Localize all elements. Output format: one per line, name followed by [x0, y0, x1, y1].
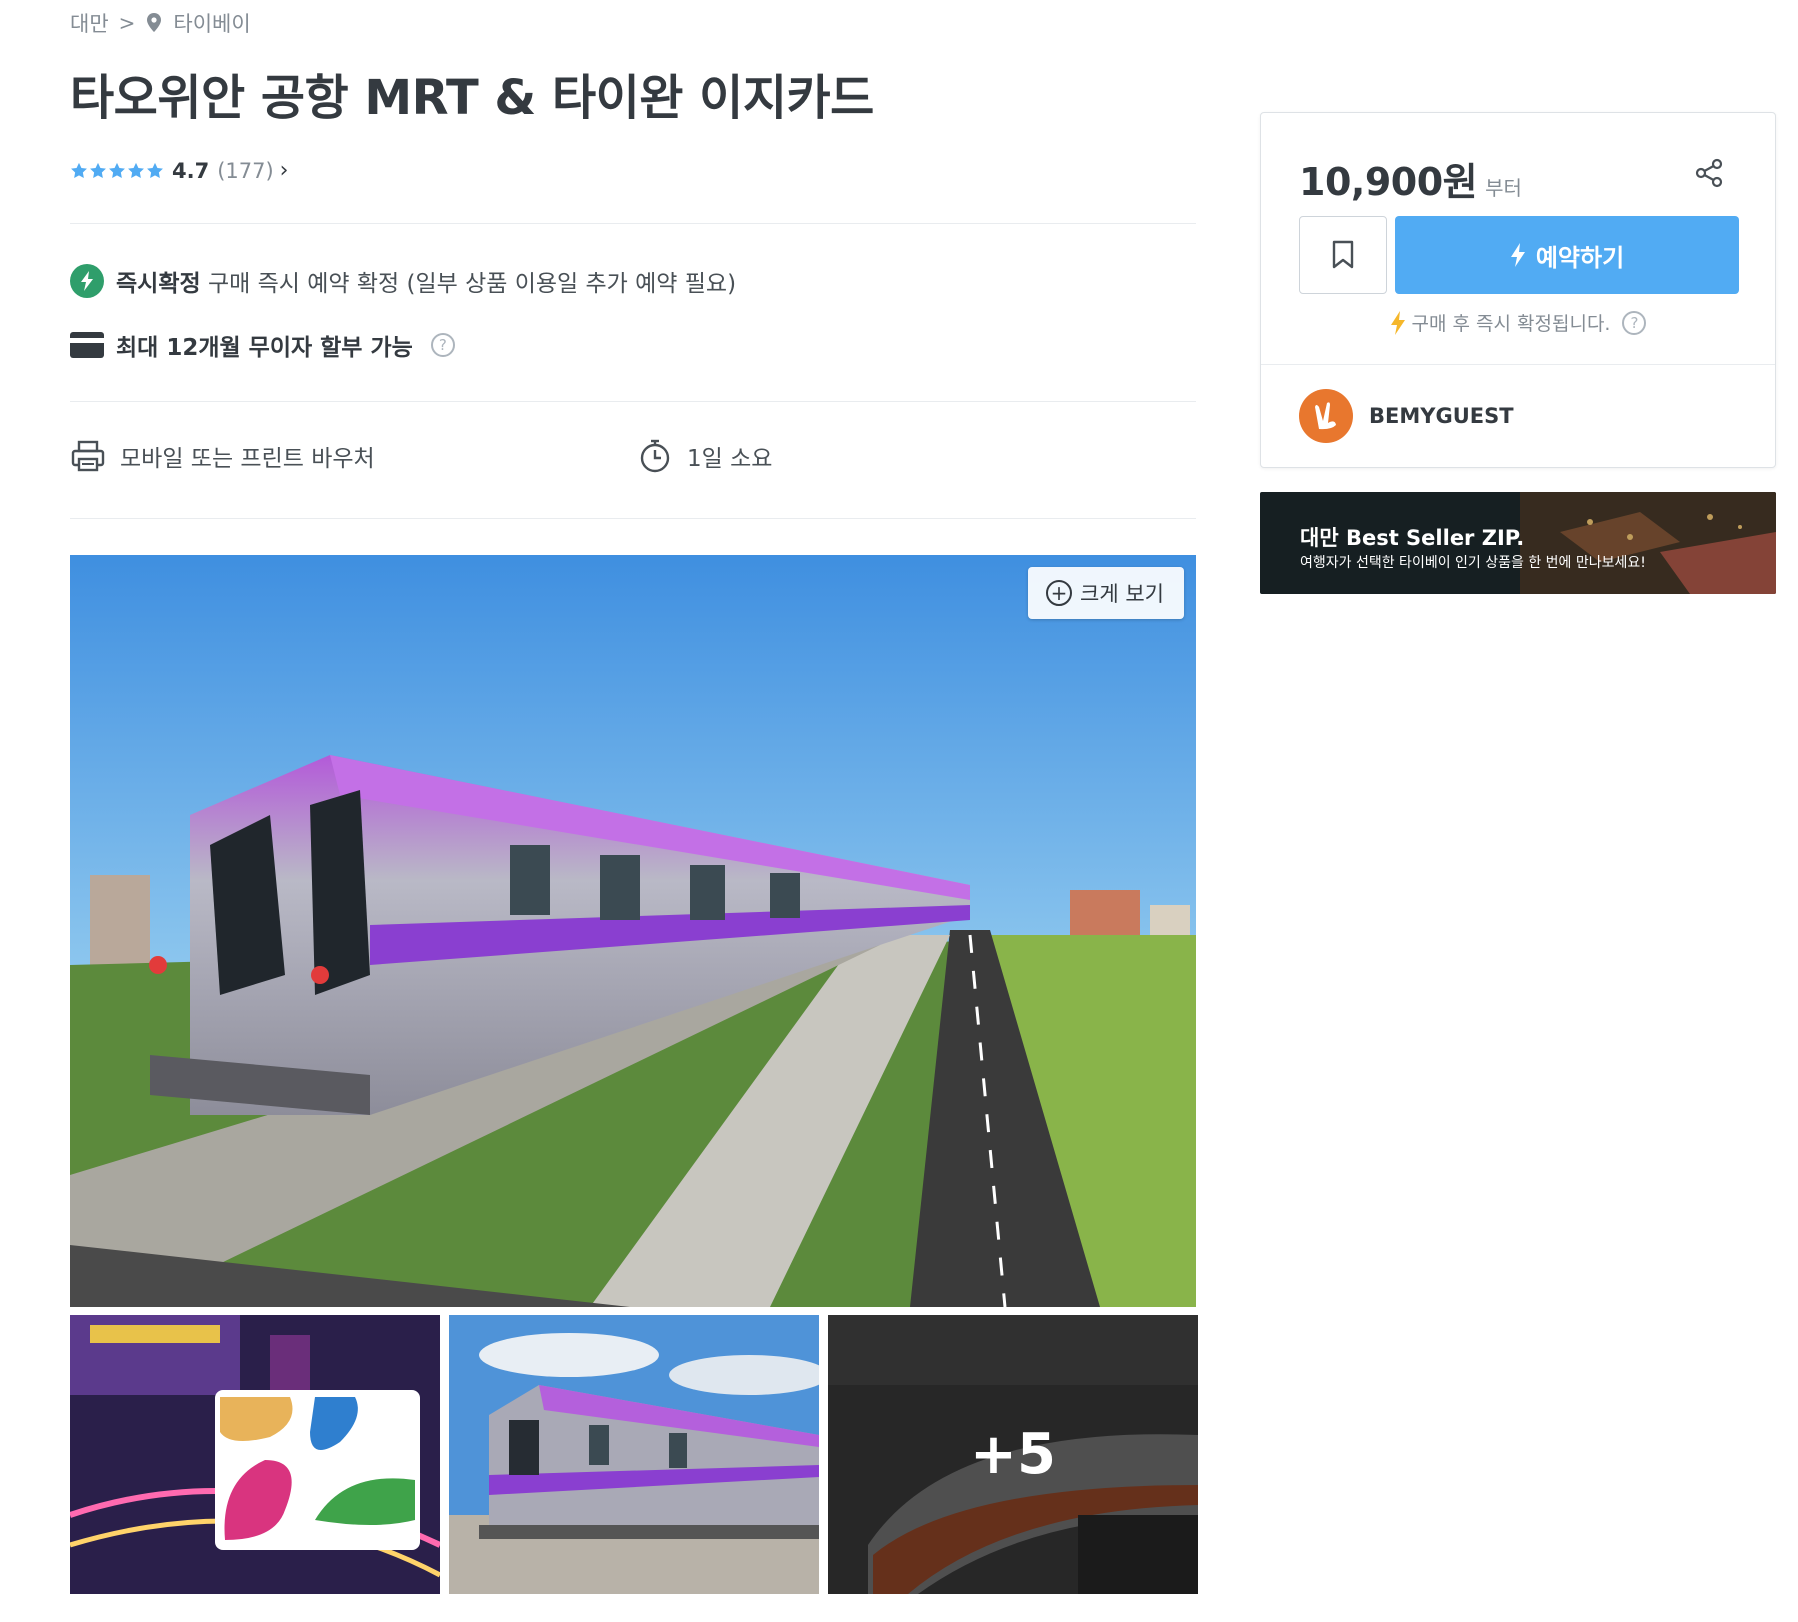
share-icon[interactable] — [1693, 157, 1725, 189]
easycard-photo — [70, 1315, 440, 1594]
zoom-button[interactable]: + 크게 보기 — [1028, 567, 1184, 619]
seller-logo-icon — [1299, 389, 1353, 443]
train-photo — [70, 555, 1196, 1307]
star-rating — [70, 162, 164, 180]
chevron-right-icon: > — [118, 11, 136, 35]
voucher-text: 모바일 또는 프린트 바우처 — [120, 446, 375, 472]
zoom-label: 크게 보기 — [1080, 582, 1164, 606]
thumbnail-more[interactable]: +5 — [828, 1315, 1198, 1594]
seller-info[interactable]: BEMYGUEST — [1299, 389, 1514, 443]
duration-text: 1일 소요 — [687, 446, 773, 472]
printer-icon — [71, 440, 105, 472]
help-icon[interactable]: ? — [430, 333, 455, 357]
reserve-label: 예약하기 — [1535, 243, 1625, 272]
divider — [70, 518, 1196, 519]
lightning-icon — [1510, 243, 1525, 267]
breadcrumb: 대만 > 타이베이 — [70, 8, 251, 38]
credit-card-icon — [70, 332, 104, 358]
star-icon — [71, 162, 87, 178]
star-icon — [128, 162, 144, 178]
stopwatch-icon — [640, 439, 670, 473]
train-side-photo — [449, 1315, 819, 1594]
review-count: (177) — [217, 158, 274, 183]
divider — [70, 223, 1196, 224]
duration-info: 1일 소요 — [637, 438, 772, 474]
star-icon — [147, 162, 163, 178]
bookmark-button[interactable] — [1299, 216, 1387, 294]
page-title: 타오위안 공항 MRT & 타이완 이지카드 — [70, 70, 874, 126]
thumbnail-easycard[interactable] — [70, 1315, 440, 1594]
chevron-right-icon: › — [279, 158, 289, 183]
price-amount: 10,900원 — [1299, 160, 1478, 204]
confirm-note-text: 구매 후 즉시 확정됩니다. — [1411, 313, 1611, 335]
instant-confirm-label: 즉시확정 — [116, 271, 201, 297]
instant-confirm-desc: 구매 즉시 예약 확정 (일부 상품 이용일 추가 예약 필요) — [207, 271, 737, 297]
price: 10,900원 부터 — [1299, 151, 1522, 206]
reserve-button[interactable]: 예약하기 — [1395, 216, 1739, 294]
lightning-icon — [1390, 310, 1405, 335]
breadcrumb-country[interactable]: 대만 — [70, 8, 109, 38]
instant-confirm-feature: 즉시확정 구매 즉시 예약 확정 (일부 상품 이용일 추가 예약 필요) — [70, 264, 736, 298]
price-suffix: 부터 — [1485, 176, 1522, 200]
installment-label: 최대 12개월 무이자 할부 가능 — [116, 335, 413, 361]
breadcrumb-city[interactable]: 타이베이 — [173, 8, 250, 38]
installment-feature: 최대 12개월 무이자 할부 가능 ? — [70, 328, 455, 362]
confirm-note: 구매 후 즉시 확정됩니다. ? — [1261, 309, 1775, 336]
divider — [1261, 364, 1775, 365]
banner-title: 대만 Best Seller ZIP. — [1300, 526, 1525, 550]
rating-score: 4.7 — [172, 158, 210, 183]
promo-banner[interactable]: 대만 Best Seller ZIP. 여행자가 선택한 타이베이 인기 상품을… — [1260, 492, 1776, 594]
banner-subtitle: 여행자가 선택한 타이베이 인기 상품을 한 번에 만나보세요! — [1300, 555, 1646, 571]
zoom-plus-icon: + — [1046, 580, 1073, 606]
bookmark-icon — [1332, 240, 1354, 269]
divider — [70, 401, 1196, 402]
booking-card: 10,900원 부터 예약하기 구매 후 즉시 확정됩니다. ? BEMYGUE… — [1260, 112, 1776, 468]
map-pin-icon — [147, 13, 162, 32]
rating-summary[interactable]: 4.7 (177) › — [70, 158, 288, 183]
star-icon — [109, 162, 125, 178]
thumbnail-train[interactable] — [449, 1315, 819, 1594]
help-icon[interactable]: ? — [1622, 310, 1647, 335]
star-icon — [90, 162, 106, 178]
main-product-photo[interactable]: + 크게 보기 — [70, 555, 1196, 1307]
seller-name: BEMYGUEST — [1369, 404, 1514, 428]
voucher-info: 모바일 또는 프린트 바우처 — [70, 438, 375, 474]
more-photos-count: +5 — [970, 1422, 1056, 1487]
lightning-icon — [70, 264, 104, 298]
